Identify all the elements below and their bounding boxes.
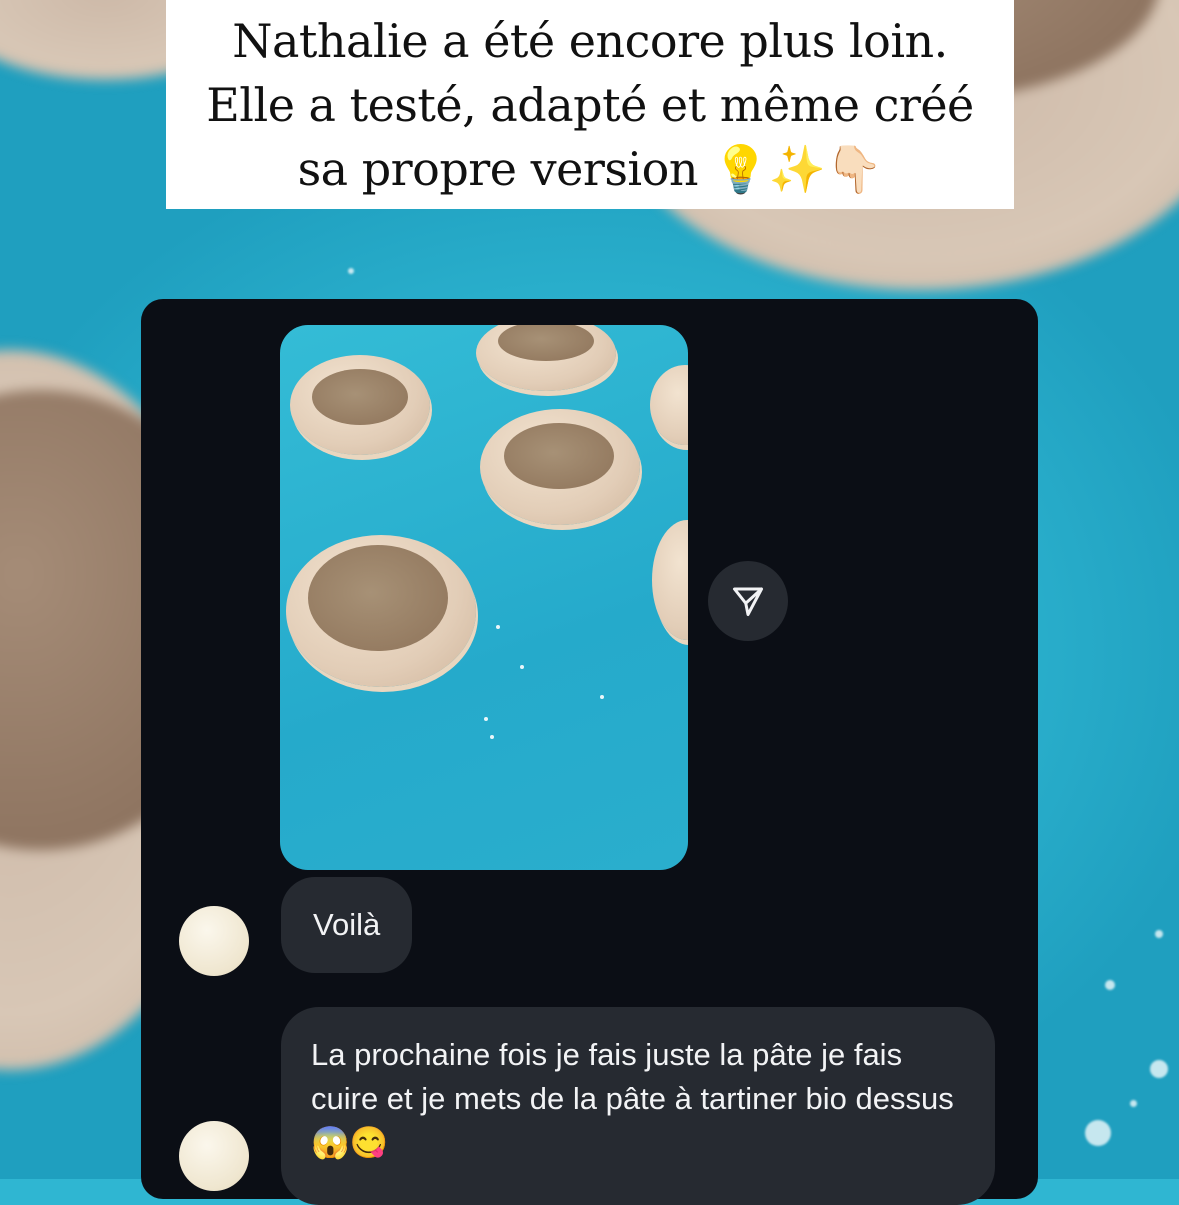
message-text: Voilà	[313, 907, 381, 942]
message-text: La prochaine fois je fais juste la pâte …	[311, 1037, 954, 1160]
chat-panel: Voilà La prochaine fois je fais juste la…	[141, 299, 1038, 1205]
cookie	[480, 409, 640, 525]
avatar[interactable]	[179, 906, 249, 976]
caption-line-1: Nathalie a été encore plus loin.	[232, 13, 948, 68]
cookie	[650, 365, 688, 445]
message-bubble: Voilà	[281, 877, 413, 973]
share-button[interactable]	[708, 561, 788, 641]
cookie	[476, 325, 616, 391]
message-bubble: La prochaine fois je fais juste la pâte …	[281, 1007, 995, 1205]
cookie	[286, 535, 476, 687]
caption-line-2: Elle a testé, adapté et même créé	[206, 77, 974, 132]
avatar[interactable]	[179, 1121, 249, 1191]
cookie	[290, 355, 430, 455]
message-photo[interactable]	[280, 325, 688, 870]
caption-box: Nathalie a été encore plus loin. Elle a …	[166, 0, 1014, 209]
cookie	[652, 520, 688, 640]
paper-plane-icon	[733, 587, 763, 616]
caption-line-3: sa propre version 💡✨👇🏻	[297, 141, 883, 196]
